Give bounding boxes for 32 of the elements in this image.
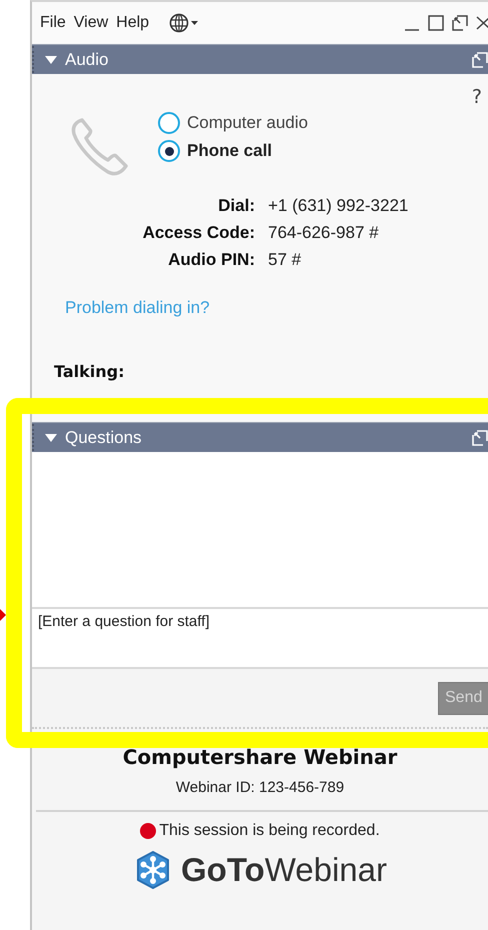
panel-header[interactable]: Questions xyxy=(32,422,488,452)
talking-label: Talking: xyxy=(54,362,126,381)
collapse-arrow-icon[interactable] xyxy=(45,432,57,442)
detail-value: +1 (631) 992-3221 xyxy=(268,196,410,216)
menu-item[interactable]: Help xyxy=(116,14,150,32)
menu-item[interactable]: View xyxy=(74,14,108,32)
panel-header[interactable]: Audio xyxy=(32,44,488,74)
radio-label[interactable]: Phone call xyxy=(187,141,272,161)
help-button[interactable]: ? xyxy=(472,86,482,112)
webinar-id: Webinar ID: 123-456-789 xyxy=(176,779,344,796)
detail-value: 764-626-987 # xyxy=(268,223,380,243)
webinar-title: Computershare Webinar xyxy=(122,745,398,769)
radio-label[interactable]: Computer audio xyxy=(187,113,308,133)
question-field[interactable]: [Enter a question for staff] xyxy=(32,609,488,669)
logo-text: GoToWebinar xyxy=(181,851,387,889)
panel-title: Audio xyxy=(65,50,108,70)
recording-dot-icon xyxy=(140,823,156,839)
globe-icon[interactable] xyxy=(169,13,200,33)
panel-title: Questions xyxy=(65,428,142,448)
radio-button[interactable] xyxy=(158,140,180,162)
popout-icon[interactable] xyxy=(452,15,468,31)
detail-label: Access Code: xyxy=(142,223,255,243)
detail-value: 57 # xyxy=(268,250,302,270)
recording-notice: This session is being recorded. xyxy=(159,822,380,840)
detail-label: Dial: xyxy=(217,196,255,216)
detail-label: Audio PIN: xyxy=(167,250,255,270)
collapse-arrow-icon[interactable] xyxy=(45,54,57,64)
menu-item[interactable]: File xyxy=(40,14,66,32)
close-icon[interactable] xyxy=(476,15,488,31)
maximize-icon[interactable] xyxy=(428,15,444,31)
arrow-icon xyxy=(0,609,6,621)
radio-button[interactable] xyxy=(158,112,180,134)
